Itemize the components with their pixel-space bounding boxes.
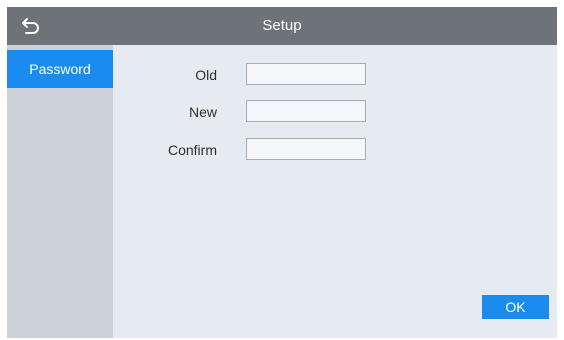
setup-screen: Setup Password Old New Confirm OK [7, 7, 557, 338]
sidebar: Password [7, 45, 113, 338]
back-arrow-icon [19, 14, 43, 38]
page-title: Setup [262, 17, 302, 34]
sidebar-item-password[interactable]: Password [7, 50, 113, 88]
old-password-input[interactable] [246, 63, 366, 85]
new-password-input[interactable] [246, 100, 366, 122]
back-button[interactable] [19, 14, 43, 38]
sidebar-item-label: Password [29, 61, 91, 77]
confirm-password-input[interactable] [246, 138, 366, 160]
confirm-password-label: Confirm [167, 142, 217, 158]
ok-button[interactable]: OK [482, 295, 549, 319]
old-password-label: Old [195, 67, 217, 83]
title-bar: Setup [7, 7, 557, 45]
password-form: Old New Confirm OK [113, 45, 557, 338]
new-password-label: New [188, 104, 217, 120]
